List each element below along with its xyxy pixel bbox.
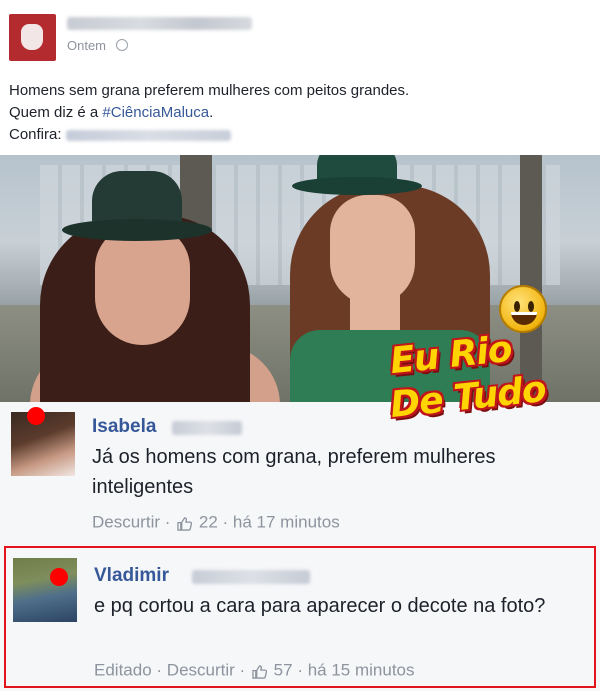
red-marker-dot xyxy=(27,407,45,425)
smiley-icon xyxy=(499,285,547,333)
like-count[interactable]: 22 xyxy=(199,513,218,532)
red-marker-dot xyxy=(50,568,68,586)
comment-meta: Editado · Descurtir · 57 · há 15 minutos xyxy=(94,660,415,680)
comment-text: Já os homens com grana, preferem mulhere… xyxy=(92,446,496,498)
comment-meta: Descurtir · 22 · há 17 minutos xyxy=(92,512,340,532)
page-name-blurred[interactable] xyxy=(67,17,252,30)
globe-icon xyxy=(116,39,128,51)
comment-time[interactable]: há 15 minutos xyxy=(308,661,415,680)
page-avatar[interactable] xyxy=(9,14,56,61)
post-link-blurred[interactable] xyxy=(65,129,231,141)
post-line-2: Quem diz é a #CiênciaMaluca. xyxy=(9,104,214,121)
comments-section: Isabela Já os homens com grana, preferem… xyxy=(0,402,600,691)
thumbs-up-icon xyxy=(252,664,268,679)
comment-author[interactable]: Vladimir xyxy=(94,565,169,587)
avatar[interactable] xyxy=(13,558,77,622)
like-count[interactable]: 57 xyxy=(274,661,293,680)
watermark-logo: Eu Rio De Tudo xyxy=(384,285,570,435)
post-header: Ontem Homens sem grana preferem mulheres… xyxy=(0,0,600,155)
edited-label[interactable]: Editado xyxy=(94,661,152,680)
author-surname-blurred xyxy=(172,421,242,435)
comment-author[interactable]: Isabela xyxy=(92,416,156,438)
hashtag-link[interactable]: #CiênciaMaluca xyxy=(102,104,209,121)
thumbs-up-icon xyxy=(177,516,193,531)
comment-text: e pq cortou a cara para aparecer o decot… xyxy=(94,595,546,617)
unlike-link[interactable]: Descurtir xyxy=(167,661,235,680)
unlike-link[interactable]: Descurtir xyxy=(92,513,160,532)
author-surname-blurred xyxy=(192,570,310,584)
comment-highlighted: Vladimir e pq cortou a cara para aparece… xyxy=(4,546,596,688)
post-line-1: Homens sem grana preferem mulheres com p… xyxy=(9,82,410,99)
post-text: Homens sem grana preferem mulheres com p… xyxy=(9,80,409,146)
comment-time[interactable]: há 17 minutos xyxy=(233,513,340,532)
post-line-3: Confira: xyxy=(9,124,409,146)
post-timestamp[interactable]: Ontem xyxy=(67,38,106,53)
